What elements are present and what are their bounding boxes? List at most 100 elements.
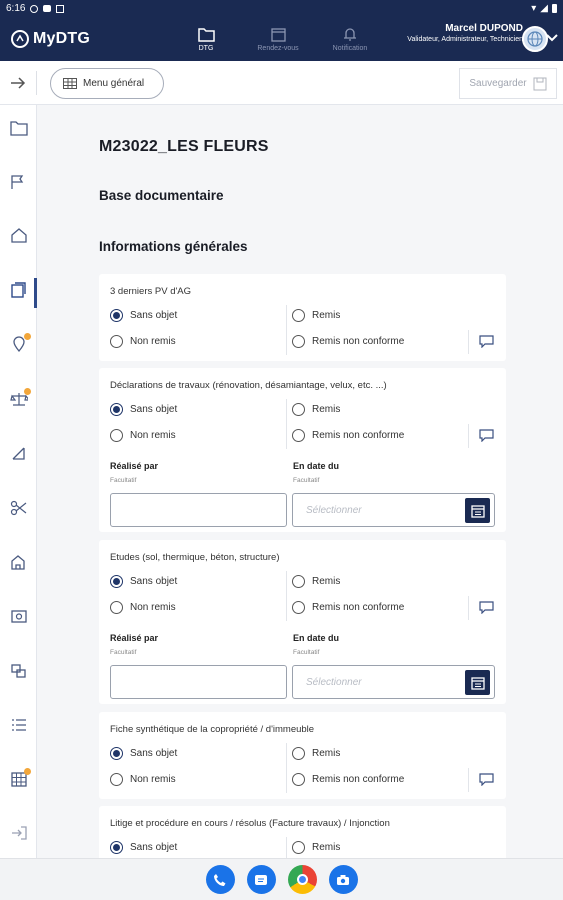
option-label: Remis [312, 842, 341, 853]
folder-icon[interactable] [9, 118, 29, 138]
divider [286, 743, 287, 793]
phone-app-icon[interactable] [205, 865, 235, 894]
battery-icon [552, 4, 557, 13]
radio-unselected [110, 429, 123, 442]
chrome-app-icon[interactable] [287, 865, 317, 894]
signal-icon: ◢ [540, 3, 548, 14]
sidebar [0, 105, 37, 858]
realise-par-label: Réalisé par [110, 633, 159, 643]
cut-icon[interactable] [9, 498, 29, 518]
en-date-du-label: En date du [293, 461, 340, 471]
option-label: Remis non conforme [312, 336, 405, 347]
radio-remis[interactable]: Remis [292, 747, 340, 760]
bell-icon [344, 27, 356, 41]
radio-sans-objet[interactable]: Sans objet [110, 575, 177, 588]
question-label: Litige et procédure en cours / résolus (… [110, 818, 390, 829]
layers-icon[interactable] [9, 661, 29, 681]
subsection-title: Informations générales [99, 239, 248, 254]
divider [468, 330, 469, 354]
radio-non-remis[interactable]: Non remis [110, 773, 176, 786]
image-icon[interactable] [9, 606, 29, 626]
question-label: 3 derniers PV d'AG [110, 286, 192, 297]
date-input[interactable]: Sélectionner [292, 493, 495, 527]
save-button[interactable]: Sauvegarder [459, 68, 557, 99]
radio-remis-non-conforme[interactable]: Remis non conforme [292, 601, 404, 614]
radio-remis[interactable]: Remis [292, 841, 340, 854]
option-label: Sans objet [130, 748, 178, 759]
ruler-icon[interactable] [9, 443, 29, 463]
option-label: Non remis [130, 430, 176, 441]
toolbar: Menu général Sauvegarder [0, 61, 563, 105]
realise-par-input[interactable] [110, 493, 287, 527]
calendar-icon [270, 27, 286, 42]
radio-sans-objet[interactable]: Sans objet [110, 403, 177, 416]
messages-app-icon[interactable] [246, 865, 276, 894]
radio-unselected [292, 403, 305, 416]
radio-remis[interactable]: Remis [292, 575, 340, 588]
flag-icon[interactable] [9, 172, 29, 192]
logout-icon[interactable] [9, 823, 29, 843]
building-icon[interactable] [9, 552, 29, 572]
camera-app-icon[interactable] [328, 865, 358, 894]
grid-icon[interactable] [9, 768, 31, 789]
user-info: Marcel DUPOND Validateur, Administrateur… [407, 23, 523, 43]
calendar-icon[interactable] [465, 498, 490, 523]
realise-par-input[interactable] [110, 665, 287, 699]
radio-sans-objet[interactable]: Sans objet [110, 309, 177, 322]
question-label: Fiche synthétique de la copropriété / d'… [110, 724, 315, 735]
radio-unselected [292, 601, 305, 614]
folder-icon [197, 27, 215, 42]
nav-notification[interactable]: Notification [322, 17, 378, 61]
notification-dot [24, 333, 31, 340]
radio-sans-objet[interactable]: Sans objet [110, 841, 177, 854]
divider [286, 305, 287, 355]
comment-icon[interactable] [479, 601, 494, 619]
comment-icon[interactable] [479, 773, 494, 791]
radio-remis[interactable]: Remis [292, 403, 340, 416]
option-label: Remis [312, 748, 341, 759]
calendar-icon[interactable] [465, 670, 490, 695]
radio-remis[interactable]: Remis [292, 309, 340, 322]
divider [286, 571, 287, 621]
option-label: Sans objet [130, 310, 178, 321]
notification-dot [24, 388, 31, 395]
comment-icon[interactable] [479, 335, 494, 353]
menu-general-button[interactable]: Menu général [50, 68, 164, 99]
documents-icon[interactable] [9, 280, 29, 300]
date-placeholder: Sélectionner [306, 504, 362, 516]
nav-rendez-vous[interactable]: Rendez-vous [234, 17, 322, 61]
checklist-icon[interactable] [9, 715, 29, 735]
radio-remis-non-conforme[interactable]: Remis non conforme [292, 335, 404, 348]
option-label: Non remis [130, 336, 176, 347]
date-input[interactable]: Sélectionner [292, 665, 495, 699]
option-label: Remis non conforme [312, 774, 405, 785]
comment-icon[interactable] [479, 429, 494, 447]
location-icon[interactable] [9, 333, 31, 354]
document-card: Fiche synthétique de la copropriété / d'… [99, 712, 506, 799]
radio-non-remis[interactable]: Non remis [110, 601, 176, 614]
radio-sans-objet[interactable]: Sans objet [110, 747, 177, 760]
scale-icon[interactable] [9, 388, 31, 409]
section-title: Base documentaire [99, 188, 224, 203]
divider [286, 399, 287, 449]
user-roles: Validateur, Administrateur, Technicien [407, 36, 523, 43]
radio-non-remis[interactable]: Non remis [110, 335, 176, 348]
settings-icon [30, 4, 39, 13]
arrow-right-icon[interactable] [9, 74, 27, 97]
divider [286, 837, 287, 858]
app-name: MyDTG [33, 30, 90, 47]
chevron-down-icon[interactable] [545, 30, 559, 48]
main-content: M23022_LES FLEURS Base documentaire Info… [37, 105, 563, 858]
radio-remis-non-conforme[interactable]: Remis non conforme [292, 773, 404, 786]
nav-dtg[interactable]: DTG [178, 17, 234, 61]
option-label: Sans objet [130, 842, 178, 853]
document-card: 3 derniers PV d'AG Sans objet Remis Non … [99, 274, 506, 361]
status-bar: 6:16 ▾ ◢ [0, 0, 563, 17]
app-logo[interactable]: MyDTG [11, 30, 90, 48]
radio-unselected [292, 429, 305, 442]
tray-icon [56, 4, 65, 13]
radio-remis-non-conforme[interactable]: Remis non conforme [292, 429, 404, 442]
house-icon[interactable] [9, 225, 29, 245]
radio-selected [110, 747, 123, 760]
radio-non-remis[interactable]: Non remis [110, 429, 176, 442]
